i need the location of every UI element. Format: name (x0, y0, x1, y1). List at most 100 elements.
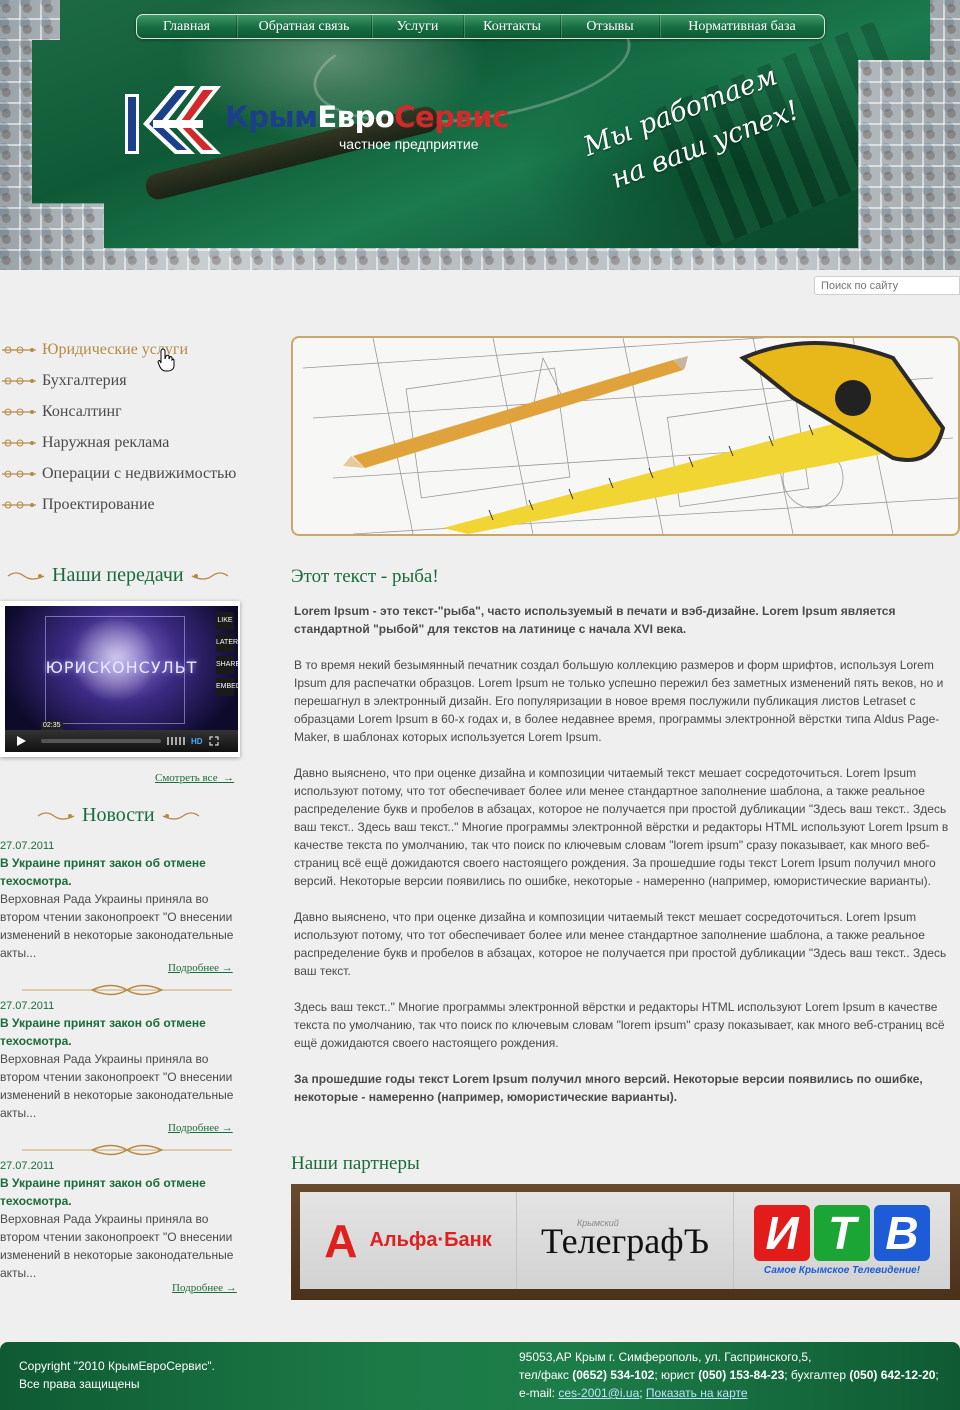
news-excerpt: Верховная Рада Украины приняла во втором… (0, 1052, 234, 1120)
volume-icon[interactable] (167, 737, 187, 745)
video-side-buttons: LIKE LATER SHARE EMBED (216, 612, 238, 696)
phones-sep-1: ; юрист (654, 1368, 699, 1382)
see-all-label: Смотреть все (155, 772, 218, 784)
service-item-consulting[interactable]: Консалтинг (0, 396, 280, 427)
nav-feedback[interactable]: Обратная связь (237, 15, 372, 38)
news-date: 27.07.2011 (0, 1000, 55, 1012)
news-more-link[interactable]: Подробнее → (168, 962, 233, 974)
phone-accountant: (050) 642-12-20 (849, 1368, 936, 1382)
news-title-link[interactable]: В Украине принят закон об отмене техосмо… (0, 1014, 240, 1050)
search-input[interactable] (814, 276, 960, 295)
news-more-link[interactable]: Подробнее → (172, 1282, 237, 1294)
ornament-icon (2, 408, 36, 415)
video-controls: HD (5, 730, 238, 752)
nav-contacts[interactable]: Контакты (464, 15, 561, 38)
ornament-icon (2, 501, 36, 508)
nav-reviews[interactable]: Отзывы (561, 15, 660, 38)
partner-itv[interactable]: И Т В Самое Крымское Телевидение! (734, 1192, 950, 1289)
video-section-title: Наши передачи (6, 564, 230, 587)
nav-legal-base[interactable]: Нормативная база (660, 15, 824, 38)
phone-lawyer: (050) 153-84-23 (698, 1368, 785, 1382)
alfa-logo-text: Альфа·Банк (369, 1229, 492, 1251)
hand-cursor-icon (157, 348, 175, 372)
email-link[interactable]: ces-2001@i.ua (558, 1386, 639, 1400)
itv-logo-letter: Т (814, 1205, 870, 1261)
blueprint-illustration (302, 338, 958, 534)
nav-services[interactable]: Услуги (372, 15, 464, 38)
service-label: Бухгалтерия (42, 371, 127, 389)
embed-icon[interactable]: EMBED (216, 678, 238, 696)
service-item-accounting[interactable]: Бухгалтерия (0, 365, 280, 396)
phones-prefix: тел/факс (519, 1368, 573, 1382)
see-all-link[interactable]: Смотреть все → (155, 772, 234, 784)
share-icon[interactable]: SHARE (216, 656, 238, 674)
right-flourish-icon (162, 811, 199, 820)
video-timestamp: 02:35 (41, 721, 63, 730)
article-paragraph: Давно выяснено, что при оценке дизайна и… (294, 766, 949, 888)
news-divider (22, 984, 232, 996)
service-item-design[interactable]: Проектирование (0, 489, 280, 520)
watch-later-icon[interactable]: LATER (216, 634, 238, 652)
services-menu: Юридические услуги Бухгалтерия Консалтин… (0, 334, 280, 520)
article-paragraph: Давно выяснено, что при оценке дизайна и… (294, 910, 947, 978)
copyright-line-2: Все права защищены (19, 1377, 140, 1391)
logo-brand-part-1: Крым (225, 100, 318, 134)
video-progress-bar[interactable] (41, 739, 161, 743)
itv-logo: И Т В (754, 1205, 930, 1261)
nav-home[interactable]: Главная (137, 15, 237, 38)
like-icon[interactable]: LIKE (216, 612, 234, 630)
news-item: 27.07.2011 В Украине принят закон об отм… (0, 1000, 240, 1122)
video-title: ЮРИСКОНСУЛЬТ (45, 658, 198, 677)
article-paragraph: Здесь ваш текст.." Многие программы элек… (294, 1000, 945, 1050)
alfa-logo-letter: А (324, 1214, 358, 1267)
article-body: Lorem Ipsum - это текст-"рыба", часто ис… (294, 602, 954, 1124)
left-flourish-icon (7, 571, 45, 580)
partners-frame: А Альфа·Банк Крымский ТелеграфЪ И Т В Са… (291, 1184, 960, 1300)
email-sep: ; (639, 1386, 646, 1400)
itv-logo-letter: И (754, 1205, 810, 1261)
news-section-title: Новости (36, 804, 201, 827)
fullscreen-icon[interactable] (209, 736, 219, 746)
news-more-link[interactable]: Подробнее → (168, 1122, 233, 1134)
ornament-icon (2, 346, 36, 353)
right-flourish-icon (191, 571, 229, 580)
news-title-link[interactable]: В Украине принят закон об отмене техосмо… (0, 1174, 240, 1210)
show-map-link[interactable]: Показать на карте (646, 1386, 748, 1400)
logo[interactable]: КрымЕвроСервис частное предприятие (125, 80, 525, 160)
news-date: 27.07.2011 (0, 1160, 55, 1172)
article-paragraph: За прошедшие годы текст Lorem Ipsum полу… (294, 1072, 923, 1104)
left-flourish-icon (37, 811, 75, 820)
footer-copyright: Copyright "2010 КрымЕвроСервис". Все пра… (19, 1357, 215, 1393)
footer-contacts: 95053,АР Крым г. Симферополь, ул. Гаспри… (519, 1348, 939, 1402)
video-player[interactable]: ЮРИСКОНСУЛЬТ LIKE LATER SHARE EMBED 02:3… (0, 601, 240, 757)
partner-telegraf[interactable]: Крымский ТелеграфЪ (517, 1192, 734, 1289)
service-item-outdoor-ads[interactable]: Наружная реклама (0, 427, 280, 458)
footer: Copyright "2010 КрымЕвроСервис". Все пра… (0, 1342, 960, 1410)
service-item-real-estate[interactable]: Операции с недвижимостью (0, 458, 280, 489)
news-date: 27.07.2011 (0, 840, 55, 852)
partner-alfa-bank[interactable]: А Альфа·Банк (300, 1192, 517, 1289)
article-paragraph: Lorem Ipsum - это текст-"рыба", часто ис… (294, 604, 896, 636)
service-item-legal[interactable]: Юридические услуги (0, 334, 280, 365)
article-paragraph: В то время некий безымянный печатник соз… (294, 658, 944, 744)
news-excerpt: Верховная Рада Украины приняла во втором… (0, 892, 234, 960)
hd-icon[interactable]: HD (191, 737, 203, 746)
news-divider (22, 1144, 232, 1156)
service-label: Проектирование (42, 495, 155, 513)
ornament-icon (2, 470, 36, 477)
footer-address: 95053,АР Крым г. Симферополь, ул. Гаспри… (519, 1350, 812, 1364)
telegraf-logo-text: ТелеграфЪ (540, 1220, 710, 1261)
phones-end: ; (935, 1368, 939, 1382)
news-excerpt: Верховная Рада Украины приняла во втором… (0, 1212, 234, 1280)
main-nav: Главная Обратная связь Услуги Контакты О… (136, 14, 825, 39)
logo-subtitle: частное предприятие (339, 136, 479, 152)
copyright-line-1: Copyright "2010 КрымЕвроСервис". (19, 1359, 215, 1373)
video-screen[interactable]: ЮРИСКОНСУЛЬТ LIKE LATER SHARE EMBED 02:3… (5, 606, 238, 752)
news-more-label: Подробнее (172, 1282, 223, 1294)
play-icon[interactable] (15, 735, 27, 747)
news-more-label: Подробнее (168, 962, 219, 974)
news-title-link[interactable]: В Украине принят закон об отмене техосмо… (0, 854, 240, 890)
partners-row: А Альфа·Банк Крымский ТелеграфЪ И Т В Са… (300, 1192, 950, 1289)
video-section-title-text: Наши передачи (52, 564, 184, 586)
logo-mark-icon (125, 86, 221, 154)
